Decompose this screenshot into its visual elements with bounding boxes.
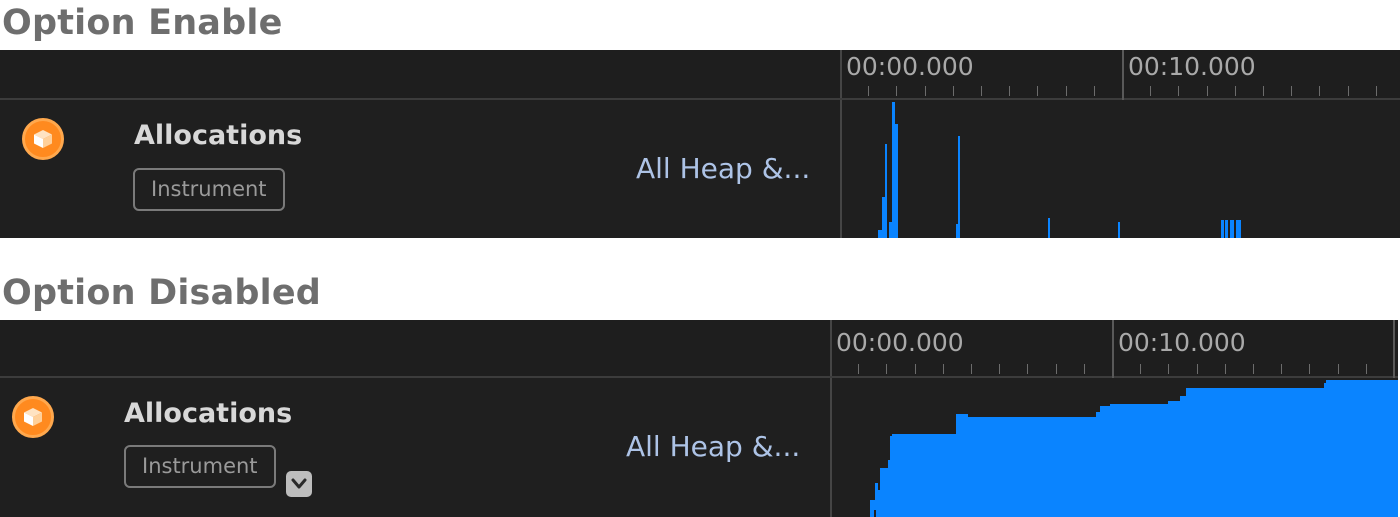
timeline-minor-tick	[1319, 86, 1321, 96]
timeline-minor-tick	[1337, 364, 1339, 374]
graph-bar	[1225, 220, 1228, 238]
track-title: Allocations	[124, 398, 293, 429]
timeline-label-start: 00:00.000	[846, 52, 974, 81]
timeline-minor-tick	[1168, 364, 1170, 374]
allocations-cube-icon	[22, 118, 64, 160]
timeline-major-tick	[1393, 320, 1395, 378]
timeline-minor-tick	[914, 364, 916, 374]
allocations-graph-svg	[870, 380, 1398, 517]
timeline-label-start: 00:00.000	[836, 328, 964, 357]
timeline-minor-tick	[1009, 86, 1011, 96]
timeline-minor-tick	[942, 364, 944, 374]
timeline-minor-tick	[1234, 86, 1236, 96]
graph-gap	[874, 510, 876, 517]
timeline-minor-tick	[1224, 364, 1226, 374]
graph-bar	[1236, 220, 1241, 238]
allocations-graph-svg	[878, 102, 1241, 238]
timeline-header: 00:00.000 00:10.000	[0, 50, 1400, 100]
graph-bar	[1118, 222, 1120, 238]
timeline-minor-tick	[1281, 364, 1283, 374]
timeline-minor-tick	[1093, 86, 1095, 96]
graph-bar	[889, 222, 892, 238]
timeline-minor-tick	[896, 86, 898, 96]
timeline-major-tick	[1112, 320, 1114, 378]
timeline-minor-tick	[952, 86, 954, 96]
instruments-panel-disabled: 00:00.000 00:10.000 Allocations Instrume…	[0, 320, 1398, 517]
timeline-minor-tick	[999, 364, 1001, 374]
track-mode-label[interactable]: All Heap &...	[626, 430, 800, 463]
allocations-graph[interactable]	[842, 102, 1400, 238]
graph-bar	[882, 197, 885, 238]
instrument-badge: Instrument	[133, 168, 285, 211]
graph-bar	[958, 136, 960, 238]
section-heading-enable: Option Enable	[2, 3, 283, 43]
timeline-minor-tick	[1055, 364, 1057, 374]
track-title: Allocations	[134, 120, 303, 151]
track-mode-label[interactable]: All Heap &...	[636, 152, 810, 185]
timeline-minor-tick	[868, 86, 870, 96]
instrument-dropdown-button[interactable]	[286, 471, 312, 497]
instruments-panel-enable: 00:00.000 00:10.000 Allocations Instrume…	[0, 50, 1400, 238]
allocations-cube-icon	[12, 396, 54, 438]
chevron-down-icon	[291, 478, 307, 489]
timeline-major-tick	[1122, 50, 1124, 100]
timeline-minor-tick	[1309, 364, 1311, 374]
timeline-minor-tick	[886, 364, 888, 374]
timeline-minor-tick	[1065, 86, 1067, 96]
timeline-minor-tick	[1083, 364, 1085, 374]
timeline-minor-tick	[1178, 86, 1180, 96]
timeline-minor-tick	[924, 86, 926, 96]
timeline-minor-tick	[1291, 86, 1293, 96]
timeline-label-10s: 00:10.000	[1128, 52, 1256, 81]
graph-bar	[885, 144, 887, 238]
instrument-badge: Instrument	[124, 445, 276, 488]
graph-bar	[1221, 220, 1224, 238]
graph-bar	[892, 102, 895, 238]
timeline-minor-tick	[1150, 86, 1152, 96]
graph-bar	[895, 124, 898, 238]
timeline-minor-tick	[858, 364, 860, 374]
graph-bar	[878, 230, 882, 238]
timeline-divider	[840, 50, 842, 98]
timeline-minor-tick	[1027, 364, 1029, 374]
graph-bar	[1230, 220, 1234, 238]
timeline-minor-tick	[1037, 86, 1039, 96]
timeline-divider	[830, 320, 832, 376]
timeline-minor-tick	[1365, 364, 1367, 374]
timeline-minor-tick	[981, 86, 982, 96]
section-heading-disabled: Option Disabled	[2, 273, 322, 313]
timeline-minor-tick	[1196, 364, 1198, 374]
timeline-minor-tick	[1253, 364, 1254, 374]
timeline-label-10s: 00:10.000	[1118, 328, 1246, 357]
timeline-minor-tick	[1140, 364, 1142, 374]
timeline-minor-tick	[1375, 86, 1377, 96]
timeline-minor-tick	[971, 364, 972, 374]
timeline-minor-tick	[1263, 86, 1264, 96]
allocations-graph[interactable]	[832, 380, 1398, 517]
timeline-minor-tick	[1347, 86, 1349, 96]
timeline-header: 00:00.000 00:10.000	[0, 320, 1398, 378]
timeline-minor-tick	[1206, 86, 1208, 96]
graph-bar	[1048, 218, 1050, 238]
graph-area-fill	[870, 380, 1398, 517]
